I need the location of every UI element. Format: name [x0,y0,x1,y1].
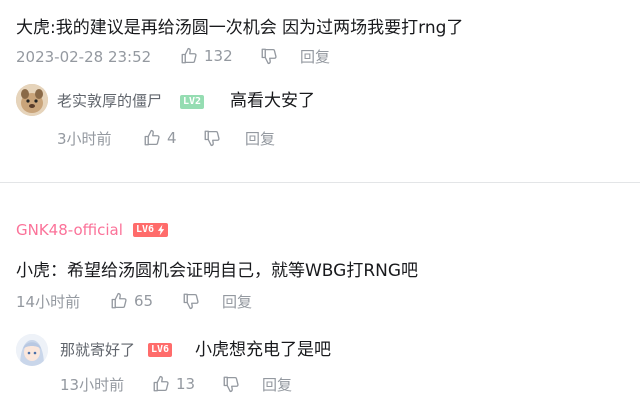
reply-time: 3小时前 [57,130,112,148]
avatar-image [16,334,48,366]
thumbs-up-icon [110,292,128,310]
thumbs-up-icon [180,47,198,65]
reply-button[interactable]: 回复 [222,292,252,312]
level-text: LV6 [136,224,155,235]
like-button[interactable]: 65 [110,292,153,310]
thumbs-down-icon [222,375,240,393]
reply-button[interactable]: 回复 [300,47,330,67]
dislike-button[interactable] [222,375,240,393]
avatar[interactable] [16,84,48,116]
thumbs-up-icon [152,375,170,393]
reply-text: 小虎想充电了是吧 [195,340,331,360]
thumbs-down-icon [260,47,278,65]
username[interactable]: GNK48-official [16,220,123,240]
dislike-button[interactable] [203,129,221,147]
reply-time: 13小时前 [60,376,125,394]
like-count: 13 [176,375,196,393]
comment-time: 14小时前 [16,293,81,311]
thumbs-up-icon [143,129,161,147]
avatar[interactable] [16,334,48,366]
like-button[interactable]: 13 [152,375,195,393]
lightning-icon [157,224,166,241]
level-badge: LV6 [148,343,173,357]
thumbs-down-icon [182,292,200,310]
comment-text: 大虎:我的建议是再给汤圆一次机会 因为过两场我要打rng了 [16,18,464,38]
like-button[interactable]: 4 [143,129,177,147]
reply-text: 高看大安了 [230,91,315,111]
dislike-button[interactable] [182,292,200,310]
level-badge: LV6 [133,223,169,237]
divider [0,182,640,183]
reply-button[interactable]: 回复 [262,375,292,395]
comment-text: 小虎：希望给汤圆机会证明自己，就等WBG打RNG吧 [16,261,419,281]
like-button[interactable]: 132 [180,47,233,65]
like-count: 65 [134,292,154,310]
username[interactable]: 那就寄好了 [60,340,135,360]
like-count: 4 [167,129,177,147]
dislike-button[interactable] [260,47,278,65]
level-badge: LV2 [180,95,205,109]
username[interactable]: 老实敦厚的僵尸 [57,91,162,111]
like-count: 132 [204,47,233,65]
reply-button[interactable]: 回复 [245,129,275,149]
avatar-image [16,84,48,116]
comment-time: 2023-02-28 23:52 [16,48,152,66]
thumbs-down-icon [203,129,221,147]
